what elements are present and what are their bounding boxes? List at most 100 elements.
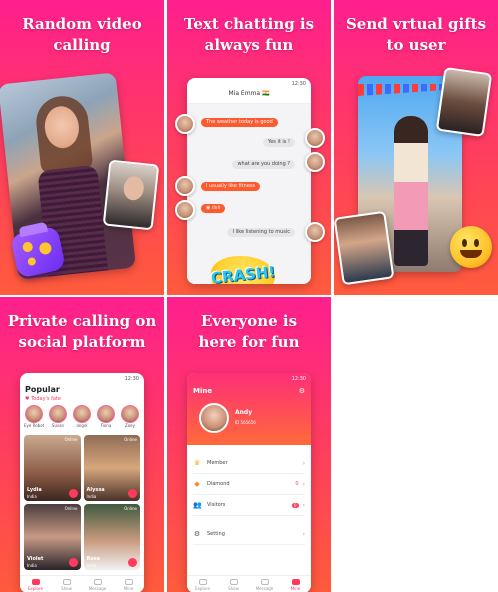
avatar [49,405,67,423]
call-icon[interactable] [68,489,78,498]
user-card[interactable]: Online Alyssa India [83,435,140,501]
diamond-icon: ◆ [194,480,200,488]
fate-row: Eye Robot Susan angel Fiona Zoey [20,405,144,435]
headline-line-1: Random video [22,15,142,33]
headline-line-1: Private calling on [7,312,157,330]
explore-icon [31,578,40,585]
tab-explore[interactable]: Explore [192,578,214,591]
headline-line-2: social platform [18,333,146,351]
call-icon[interactable] [68,558,78,567]
message-icon [93,578,102,585]
promo-tile-video-calling: Random video calling [0,0,164,295]
mine-phone: 12:30 Mine ⚙ Andy ID 565656 ♛ Member › ◆… [187,373,311,592]
fate-user[interactable]: Susan [48,405,68,435]
promo-tile-text-chat: Text chatting is always fun 12:30 Mia Em… [167,0,331,295]
bottom-tab-bar: Explore Show Message Mine [20,575,144,592]
fate-user[interactable]: Zoey [120,405,140,435]
crash-sticker: CRASH! [197,254,289,284]
show-icon [62,578,71,585]
tile-headline: Private calling on social platform [4,311,160,353]
headline-line-1: Text chatting is [183,15,315,33]
call-icon[interactable] [128,558,137,567]
side-photo [435,66,493,138]
tab-mine[interactable]: Mine [285,578,307,591]
settings-icon[interactable]: ⚙ [299,387,305,395]
tab-message[interactable]: Message [87,578,109,591]
fate-label: ♥ Today's fate [25,396,61,402]
chevron-right-icon: › [302,501,305,509]
menu-item-visitors[interactable]: 👥 Visitors 0 › [193,495,305,516]
explore-icon [198,578,207,585]
status-time: 12:30 [291,81,306,87]
headline-line-2: to user [386,36,446,54]
tile-headline: Text chatting is always fun [171,14,327,56]
voice-message[interactable]: ◉ ılıılı [201,204,226,213]
avatar[interactable] [199,403,229,433]
smiley-emoji-icon [450,226,492,268]
user-card[interactable]: Online Lydia India [24,435,81,501]
user-card[interactable]: Online Violet India [24,504,81,570]
tile-headline: Send vrtual gifts to user [338,14,494,56]
promo-tile-everyone: Everyone is here for fun 12:30 Mine ⚙ An… [167,297,331,592]
call-icon[interactable] [128,489,137,498]
tile-headline: Everyone is here for fun [171,311,327,353]
popular-phone: 12:30 Popular ♥ Today's fate Eye Robot S… [20,373,144,592]
chat-phone: 12:30 Mia Emma 🇮🇳 The weather today is g… [187,78,311,284]
fate-user[interactable]: Eye Robot [24,405,44,435]
chat-message: Yes it is ! [262,138,295,147]
crown-icon: ♛ [193,459,201,467]
page-title: Popular [25,385,60,394]
status-bar: 12:30 [187,78,311,90]
tab-show[interactable]: Show [56,578,78,591]
status-bar: 12:30 [20,373,144,385]
avatar [305,152,325,172]
tab-message[interactable]: Message [254,578,276,591]
heart-icon: ♥ [25,396,30,402]
avatar [175,200,195,220]
headline-line-2: here for fun [198,333,300,351]
promo-tile-private-calling: Private calling on social platform 12:30… [0,297,164,592]
fate-user[interactable]: Fiona [96,405,116,435]
visitors-icon: 👥 [193,501,202,509]
tab-show[interactable]: Show [223,578,245,591]
profile-id: ID 565656 [235,420,256,425]
chat-header: Mia Emma 🇮🇳 [187,90,311,104]
avatar [73,405,91,423]
chat-message: what are you doing ? [232,160,295,169]
avatar [175,114,195,134]
avatar [175,176,195,196]
chat-title: Mia Emma [228,90,261,97]
chat-body: The weather today is good Yes it is ! wh… [187,104,311,284]
menu-item-member[interactable]: ♛ Member › [193,453,305,474]
message-icon [260,578,269,585]
chevron-right-icon: › [302,530,305,538]
flag-icon: 🇮🇳 [262,90,270,97]
status-time: 12:30 [124,376,139,382]
promo-tile-gifts: Send vrtual gifts to user [334,0,498,295]
page-title: Mine [193,387,213,395]
profile-header: 12:30 Mine ⚙ Andy ID 565656 [187,373,311,445]
chat-message: I usually like fitness [201,182,261,191]
chat-message: The weather today is good [201,118,278,127]
user-card[interactable]: Online Rose India [83,504,140,570]
tab-explore[interactable]: Explore [25,578,47,591]
chevron-right-icon: › [302,459,305,467]
menu-item-setting[interactable]: ⚙ Setting › [193,524,305,545]
pip-photo [102,159,160,231]
status-bar: 12:30 [187,373,311,385]
chevron-right-icon: › [302,480,305,488]
menu-item-diamond[interactable]: ◆ Diamond 0 › [193,474,305,495]
fate-user[interactable]: angel [72,405,92,435]
headline-line-2: always fun [204,36,294,54]
menu-list: ♛ Member › ◆ Diamond 0 › 👥 Visitors 0 › … [187,445,311,545]
avatar [25,405,43,423]
gear-icon: ⚙ [193,530,201,538]
mine-icon [291,578,300,585]
tab-mine[interactable]: Mine [118,578,140,591]
avatar [97,405,115,423]
headline-line-1: Send vrtual gifts [345,15,487,33]
mine-icon [124,578,133,585]
avatar [121,405,139,423]
headline-line-2: calling [53,36,111,54]
show-icon [229,578,238,585]
